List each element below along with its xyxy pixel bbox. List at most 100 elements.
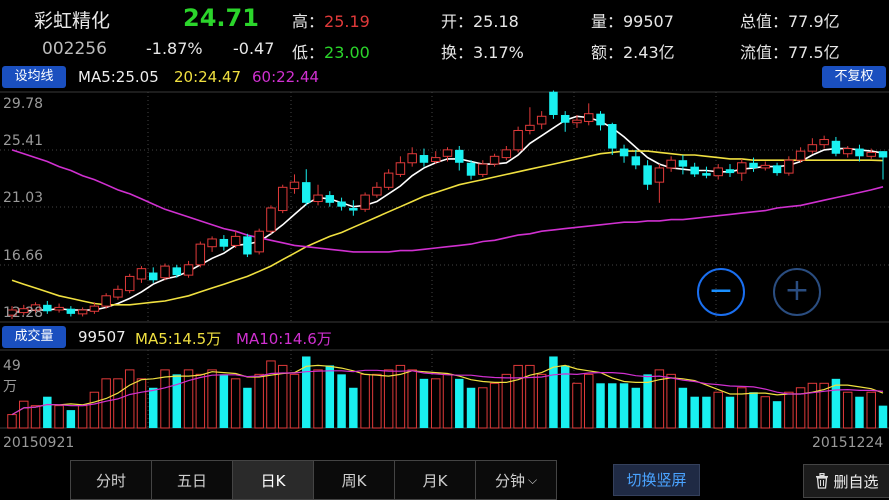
volume-bar: [230, 378, 241, 429]
start-date: 20150921: [3, 435, 75, 451]
candle-body: [183, 264, 194, 276]
volume-bar: [160, 369, 170, 429]
volume-bar: [302, 356, 311, 428]
candle-body: [619, 148, 629, 157]
volume-bar: [584, 373, 594, 429]
volume-bar: [855, 396, 864, 428]
tab-intraday[interactable]: 分时: [71, 461, 152, 499]
candle-body: [784, 159, 794, 174]
candle-body: [219, 238, 229, 247]
volume-bar: [254, 373, 264, 429]
candle-body: [690, 166, 699, 175]
candle-body: [584, 113, 594, 122]
volume-bar: [619, 383, 629, 428]
vol-tick-unit: 万: [3, 379, 17, 395]
tab-weekly-k[interactable]: 周K: [314, 461, 395, 499]
candle-body: [560, 114, 570, 123]
candle-body: [572, 119, 582, 124]
candle-body: [596, 113, 605, 126]
volume-bar: [866, 391, 876, 429]
vol-tick-top: 49: [3, 358, 21, 374]
volume-bar: [349, 387, 358, 428]
candle-body: [795, 150, 806, 161]
volume-bar: [489, 382, 500, 429]
zoom-in-button[interactable]: +: [773, 268, 821, 316]
candle-body: [77, 309, 88, 315]
candle-body: [277, 186, 288, 212]
candle-body: [831, 140, 841, 154]
candle-body: [266, 207, 276, 232]
candle-body: [489, 155, 500, 165]
candle-body: [160, 265, 170, 279]
volume-bar: [54, 405, 64, 429]
volume-bar: [513, 364, 523, 429]
volume-bar: [89, 391, 100, 429]
volume-bar: [702, 396, 711, 428]
candle-body: [855, 148, 864, 157]
tab-minute[interactable]: 分钟 ⌵: [476, 461, 556, 499]
switch-portrait-button[interactable]: 切换竖屏: [613, 464, 700, 496]
candle-body: [419, 155, 429, 163]
candle-body: [725, 169, 735, 174]
candle-body: [89, 305, 100, 312]
price-tick-2: 25.41: [3, 133, 44, 149]
candle-body: [666, 159, 676, 169]
candle-body: [124, 275, 135, 292]
candle-body: [608, 124, 617, 149]
volume-bar: [149, 387, 158, 428]
candle-body: [360, 194, 370, 210]
tab-daily-k[interactable]: 日K: [233, 461, 314, 499]
candle-body: [455, 149, 464, 163]
ma-line-ma20: [11, 150, 884, 306]
volume-bar: [536, 373, 547, 429]
volume-bar: [772, 401, 782, 428]
candle-body: [631, 156, 641, 166]
zoom-out-button[interactable]: −: [697, 268, 745, 316]
volume-bar: [749, 392, 758, 428]
candle-body: [54, 306, 64, 311]
candle-body: [525, 124, 535, 131]
candle-body: [254, 230, 264, 253]
candle-body: [878, 151, 888, 158]
volume-bar: [136, 378, 147, 429]
candle-body: [230, 235, 241, 246]
volume-bar: [430, 378, 441, 429]
tab-monthly-k[interactable]: 月K: [395, 461, 476, 499]
delete-favorite-label: 删自选: [833, 472, 879, 491]
candle-body: [678, 160, 688, 167]
volume-bar: [313, 369, 323, 429]
delete-favorite-button[interactable]: 删自选: [803, 464, 889, 498]
vol-ma10-legend: MA10:14.6万: [236, 330, 332, 348]
volume-bar: [725, 396, 735, 428]
candle-body: [313, 194, 323, 203]
volume-bar: [407, 369, 417, 429]
volume-bar: [101, 378, 111, 429]
volume-bar: [713, 391, 723, 429]
candle-body: [654, 167, 665, 183]
volume-bar: [266, 360, 276, 429]
volume-indicator-button[interactable]: 成交量: [2, 326, 66, 348]
candle-body: [866, 151, 876, 157]
volume-bar: [478, 387, 488, 429]
candle-body: [549, 91, 558, 115]
volume-bar: [43, 396, 52, 428]
candle-body: [149, 272, 158, 281]
candle-body: [172, 267, 182, 276]
volume-bar: [30, 405, 41, 429]
volume-bar: [654, 369, 665, 429]
period-tabs: 分时 五日 日K 周K 月K 分钟 ⌵: [70, 460, 557, 500]
volume-bar: [360, 373, 370, 429]
candle-body: [702, 173, 711, 176]
volume-bar: [243, 387, 252, 428]
volume-bar: [124, 369, 135, 429]
volume-bar: [183, 369, 194, 429]
plus-icon: +: [784, 273, 810, 308]
candle-body: [136, 268, 147, 280]
candle-body: [383, 172, 394, 188]
volume-bar: [807, 382, 818, 429]
volume-bar: [383, 369, 394, 429]
kline-chart[interactable]: [0, 0, 889, 500]
volume-bar: [77, 405, 88, 429]
ma-line-ma5: [11, 115, 884, 314]
tab-five-day[interactable]: 五日: [152, 461, 233, 499]
